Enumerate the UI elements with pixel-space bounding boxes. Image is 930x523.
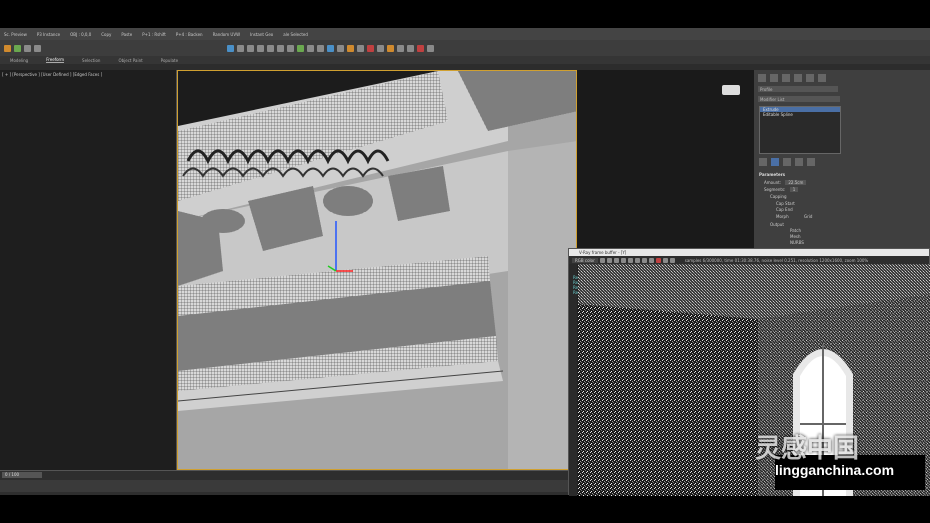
mirror-icon[interactable]: [277, 44, 284, 52]
vray-sun-icon[interactable]: [387, 44, 394, 52]
cap-end-checkbox[interactable]: Cap End: [776, 207, 793, 212]
viewport-perspective[interactable]: [177, 70, 577, 470]
vray-camera-icon[interactable]: [397, 44, 404, 52]
alpha-channel-icon[interactable]: [641, 257, 647, 263]
parameters-rollout[interactable]: Parameters: [759, 172, 785, 177]
rgb-icon[interactable]: [613, 257, 619, 263]
tab-object-paint[interactable]: Object Paint: [118, 58, 142, 63]
stack-item-editable-spline[interactable]: Editable Spline: [760, 112, 840, 117]
curve-editor-icon[interactable]: [307, 44, 314, 52]
vfb-toolbar: RGB color samples 6/300000, time 01:30:3…: [569, 256, 929, 264]
menu-item[interactable]: Random UVW: [213, 32, 240, 37]
save-icon[interactable]: [599, 257, 605, 263]
motion-tab-icon[interactable]: [794, 74, 802, 82]
modifier-list-dropdown[interactable]: Modifier List: [758, 96, 840, 102]
history-icon[interactable]: [669, 257, 675, 263]
vray-icon[interactable]: [367, 44, 374, 52]
region-render-icon[interactable]: [662, 257, 668, 263]
remove-modifier-icon[interactable]: [795, 158, 803, 166]
mesh-radio[interactable]: Mesh: [790, 234, 801, 239]
vfb-sidebar: [569, 264, 577, 496]
snap-icon[interactable]: [267, 44, 274, 52]
vfb-title: V-Ray frame buffer - [Y]: [569, 249, 929, 256]
output-label: Output: [770, 222, 784, 227]
menu-item[interactable]: Sc. Preview: [4, 32, 27, 37]
amount-label: Amount:: [764, 180, 782, 185]
segments-field[interactable]: 1: [789, 187, 799, 192]
modify-tab-icon[interactable]: [770, 74, 778, 82]
segments-label: Segments:: [764, 187, 786, 192]
menu-item[interactable]: Paste: [121, 32, 132, 37]
watermark-logo-cn: 灵感中国: [755, 434, 860, 464]
clear-icon[interactable]: [606, 257, 612, 263]
patch-radio[interactable]: Patch: [790, 228, 801, 233]
track-bar[interactable]: [0, 480, 568, 492]
select-icon[interactable]: [227, 44, 234, 52]
schematic-icon[interactable]: [317, 44, 324, 52]
grid-radio[interactable]: Grid: [804, 214, 812, 219]
hierarchy-tab-icon[interactable]: [782, 74, 790, 82]
render-icon[interactable]: [347, 44, 354, 52]
menu-item[interactable]: P3 Instance: [37, 32, 60, 37]
vray-plane-icon[interactable]: [427, 44, 434, 52]
render-setup-icon[interactable]: [337, 44, 344, 52]
tab-modeling[interactable]: Modeling: [10, 58, 28, 63]
display-tab-icon[interactable]: [806, 74, 814, 82]
time-slider[interactable]: 0 / 100: [2, 472, 42, 478]
menu-item[interactable]: ale Selected: [283, 32, 308, 37]
utilities-tab-icon[interactable]: [818, 74, 826, 82]
mono-icon[interactable]: [648, 257, 654, 263]
vfb-status: samples 6/300000, time 01:30:38.76, nois…: [684, 257, 869, 263]
viewcube-icon[interactable]: [722, 85, 740, 95]
layer-icon[interactable]: [297, 44, 304, 52]
menu-item[interactable]: Instant Geo: [250, 32, 273, 37]
menu-item[interactable]: P+1 : Rshift: [142, 32, 166, 37]
redo-icon[interactable]: [14, 44, 21, 52]
capping-label: Capping: [770, 194, 787, 199]
menu-item[interactable]: OBJ : 0,0,0: [70, 32, 91, 37]
undo-icon[interactable]: [4, 44, 11, 52]
vray-light-icon[interactable]: [377, 44, 384, 52]
menu-item[interactable]: Copy: [101, 32, 111, 37]
cap-start-checkbox[interactable]: Cap Start: [776, 201, 795, 206]
scale-icon[interactable]: [257, 44, 264, 52]
blue-channel-icon[interactable]: [634, 257, 640, 263]
vray-fur-icon[interactable]: [417, 44, 424, 52]
timeline: 0 / 100: [0, 470, 568, 495]
show-end-result-icon[interactable]: [771, 158, 779, 166]
stop-render-icon[interactable]: [655, 257, 661, 263]
move-icon[interactable]: [237, 44, 244, 52]
render-frame-icon[interactable]: [357, 44, 364, 52]
viewport-label[interactable]: [ + ] [Perspective ] [User Defined ] [Ed…: [2, 72, 102, 77]
amount-field[interactable]: 22.5cm: [785, 180, 807, 185]
viewport-top-right[interactable]: [577, 70, 754, 278]
configure-sets-icon[interactable]: [807, 158, 815, 166]
cornice-model: [178, 71, 576, 469]
red-channel-icon[interactable]: [620, 257, 626, 263]
modifier-stack[interactable]: Extrude Editable Spline: [759, 106, 841, 154]
object-name-field[interactable]: Profile: [758, 86, 838, 92]
material-editor-icon[interactable]: [327, 44, 334, 52]
pin-stack-icon[interactable]: [759, 158, 767, 166]
tab-freeform[interactable]: Freeform: [46, 57, 65, 63]
channel-dropdown[interactable]: RGB color: [572, 257, 598, 263]
nurbs-radio[interactable]: NURBS: [790, 240, 804, 245]
rotate-icon[interactable]: [247, 44, 254, 52]
watermark-url: lingganchina.com: [775, 462, 895, 478]
morph-radio[interactable]: Morph: [776, 214, 789, 219]
link-icon[interactable]: [24, 44, 31, 52]
viewport-left[interactable]: [ + ] [Perspective ] [User Defined ] [Ed…: [0, 70, 177, 470]
align-icon[interactable]: [287, 44, 294, 52]
create-tab-icon[interactable]: [758, 74, 766, 82]
tab-selection[interactable]: Selection: [82, 58, 100, 63]
make-unique-icon[interactable]: [783, 158, 791, 166]
ribbon-tabs: Modeling Freeform Selection Object Paint…: [0, 56, 930, 64]
unlink-icon[interactable]: [34, 44, 41, 52]
menu-item[interactable]: P+4 : Backen: [176, 32, 203, 37]
green-channel-icon[interactable]: [627, 257, 633, 263]
vray-proxy-icon[interactable]: [407, 44, 414, 52]
tab-populate[interactable]: Populate: [161, 58, 178, 63]
